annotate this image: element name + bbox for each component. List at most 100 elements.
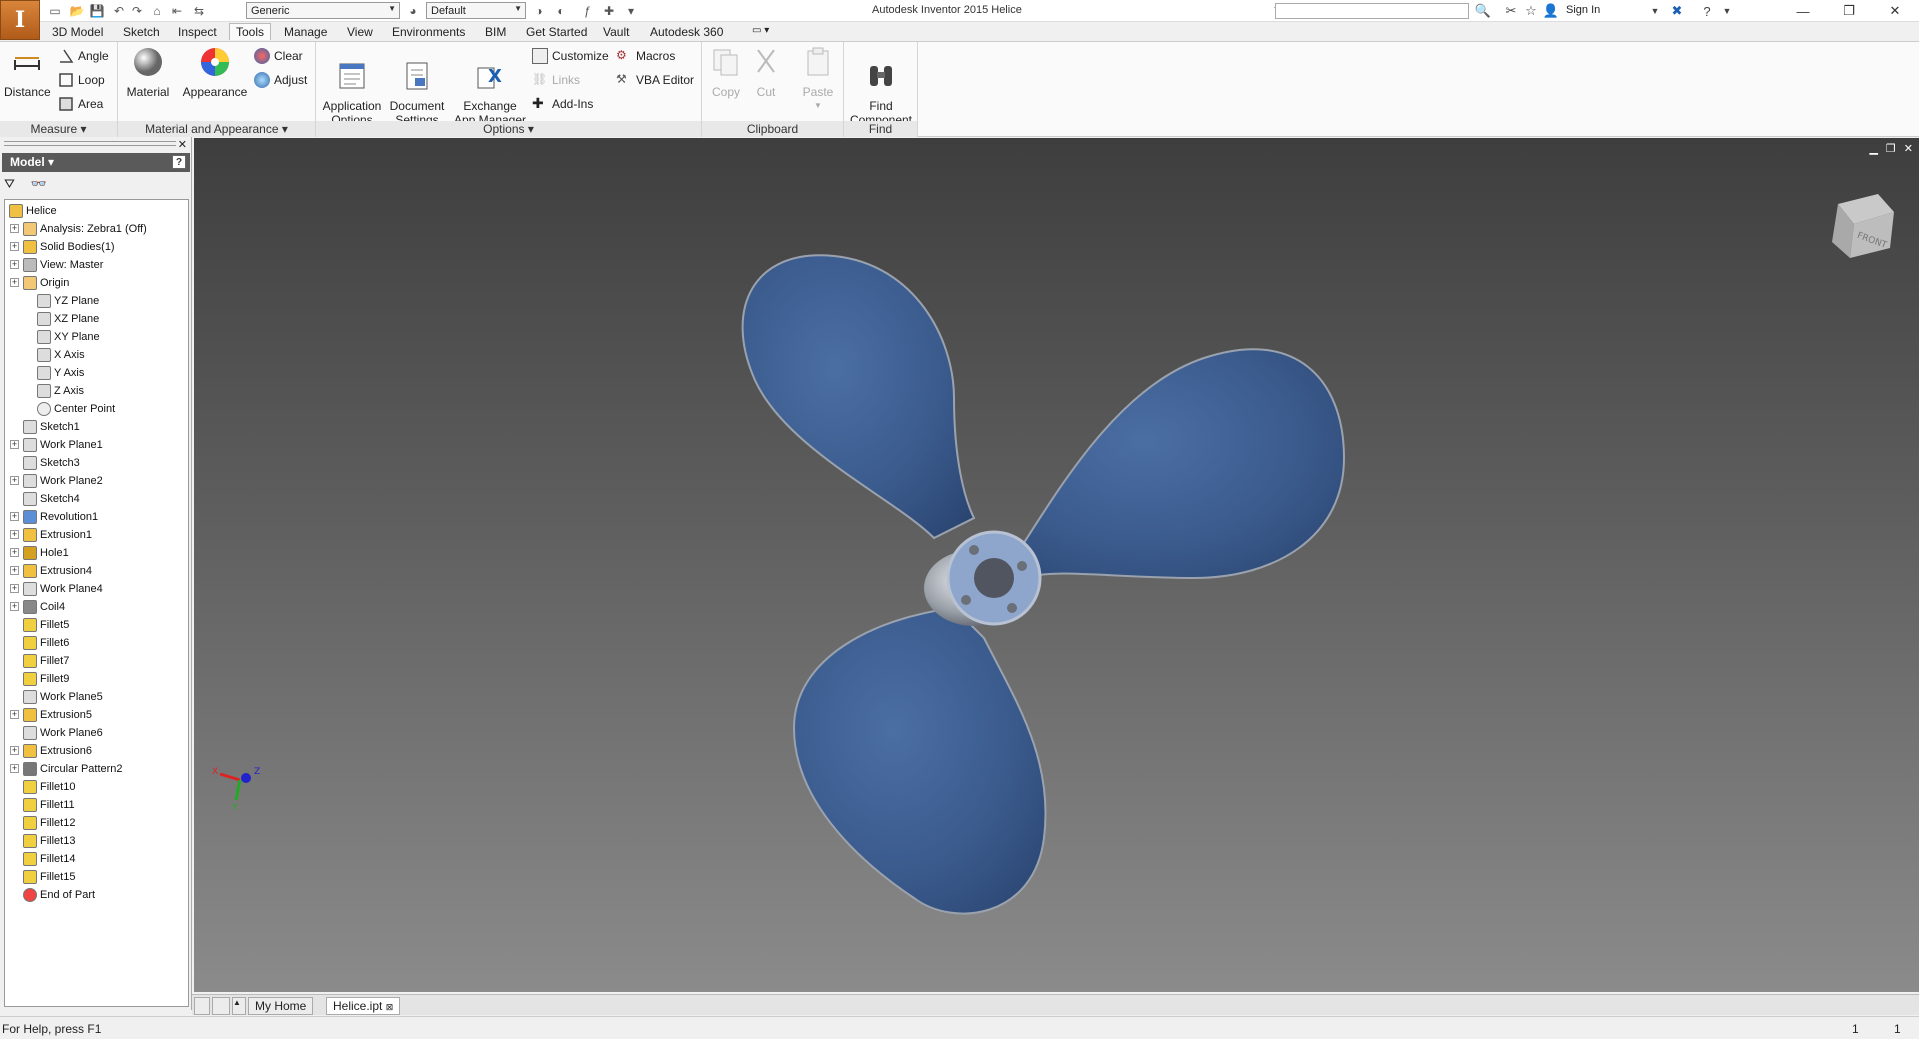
options-panel-title[interactable]: Options ▾: [316, 121, 701, 137]
update-icon[interactable]: ⇆: [190, 2, 208, 20]
tab-vault[interactable]: Vault: [603, 24, 629, 41]
browser-help-icon[interactable]: ?: [172, 155, 186, 169]
material-button[interactable]: Material: [122, 46, 174, 99]
expand-toggle-icon[interactable]: +: [10, 584, 19, 593]
expand-toggle-icon[interactable]: +: [10, 530, 19, 539]
application-menu-button[interactable]: I: [0, 0, 40, 40]
new-icon[interactable]: ▭: [46, 2, 64, 20]
model-browser-header[interactable]: Model ▾ ?: [2, 153, 190, 172]
return-icon[interactable]: ⇤: [168, 2, 186, 20]
home-icon[interactable]: ⌂: [148, 2, 166, 20]
tree-node[interactable]: Extrusion1: [23, 526, 92, 544]
vba-editor-button[interactable]: ⚒ VBA Editor: [616, 72, 694, 88]
tree-node[interactable]: Work Plane2: [23, 472, 103, 490]
expand-toggle-icon[interactable]: +: [10, 566, 19, 575]
filter-icon[interactable]: ⛛: [4, 176, 15, 192]
links-button[interactable]: ⛓ Links: [532, 72, 580, 88]
tree-node[interactable]: Circular Pattern2: [23, 760, 123, 778]
tree-node[interactable]: Extrusion4: [23, 562, 92, 580]
adjust-button[interactable]: Adjust: [254, 72, 307, 88]
tab-manage[interactable]: Manage: [284, 24, 327, 41]
expand-toggle-icon[interactable]: +: [10, 242, 19, 251]
tab-tools[interactable]: Tools: [229, 23, 272, 40]
expand-toggle-icon[interactable]: +: [10, 602, 19, 611]
redo-icon[interactable]: ↷: [128, 2, 146, 20]
measure-panel-title[interactable]: Measure ▾: [0, 121, 117, 137]
tree-node[interactable]: Fillet9: [23, 670, 69, 688]
browser-grip[interactable]: [4, 141, 176, 146]
tab-autodesk-360[interactable]: Autodesk 360: [650, 24, 723, 41]
tile-windows-icon[interactable]: [212, 997, 230, 1015]
tree-node[interactable]: Revolution1: [23, 508, 98, 526]
tree-node[interactable]: Y Axis: [37, 364, 84, 382]
open-icon[interactable]: 📂: [68, 2, 86, 20]
customize-qat-icon[interactable]: ▾: [622, 2, 640, 20]
expand-toggle-icon[interactable]: +: [10, 224, 19, 233]
tree-node[interactable]: Fillet13: [23, 832, 75, 850]
tree-node[interactable]: XZ Plane: [37, 310, 99, 328]
tree-node[interactable]: XY Plane: [37, 328, 100, 346]
expand-toggle-icon[interactable]: +: [10, 548, 19, 557]
tab-3d-model[interactable]: 3D Model: [52, 24, 103, 41]
tree-node[interactable]: Fillet14: [23, 850, 75, 868]
tree-node[interactable]: Coil4: [23, 598, 65, 616]
exchange-x-icon[interactable]: ✖: [1668, 2, 1686, 20]
sign-in-dropdown-icon[interactable]: ▼: [1646, 2, 1664, 20]
area-button[interactable]: Area: [58, 96, 103, 112]
tree-node[interactable]: Sketch3: [23, 454, 80, 472]
loop-button[interactable]: Loop: [58, 72, 105, 88]
tree-node[interactable]: Sketch1: [23, 418, 80, 436]
tab-view[interactable]: View: [347, 24, 373, 41]
tab-environments[interactable]: Environments: [392, 24, 465, 41]
sign-in-link[interactable]: Sign In: [1566, 4, 1600, 16]
tree-node[interactable]: Sketch4: [23, 490, 80, 508]
browser-close-icon[interactable]: ✕: [178, 138, 187, 151]
tab-inspect[interactable]: Inspect: [178, 24, 217, 41]
tree-node[interactable]: Hole1: [23, 544, 69, 562]
adjust-appearance-icon[interactable]: ◑: [530, 2, 548, 20]
tab-get-started[interactable]: Get Started: [526, 24, 587, 41]
macros-button[interactable]: ⚙ Macros: [616, 48, 675, 64]
favorites-star-icon[interactable]: ☆: [1522, 2, 1540, 20]
tab-my-home[interactable]: My Home: [248, 997, 314, 1015]
tree-node[interactable]: Fillet11: [23, 796, 75, 814]
distance-button[interactable]: Distance: [4, 46, 51, 99]
expand-toggle-icon[interactable]: +: [10, 512, 19, 521]
expand-toggle-icon[interactable]: +: [10, 476, 19, 485]
tab-helice-ipt[interactable]: Helice.ipt ⊠: [326, 997, 401, 1015]
material-combo[interactable]: Generic ▼: [246, 2, 400, 19]
tab-bim[interactable]: BIM: [485, 24, 506, 41]
save-icon[interactable]: 💾: [88, 2, 106, 20]
subscription-icon[interactable]: ✂: [1502, 2, 1520, 20]
tree-node[interactable]: X Axis: [37, 346, 85, 364]
expand-toggle-icon[interactable]: +: [10, 710, 19, 719]
tree-node[interactable]: YZ Plane: [37, 292, 99, 310]
tree-node[interactable]: View: Master: [23, 256, 103, 274]
expand-toggle-icon[interactable]: +: [10, 440, 19, 449]
expand-toggle-icon[interactable]: +: [10, 764, 19, 773]
open-documents-menu-icon[interactable]: ▲: [232, 997, 246, 1015]
tree-node[interactable]: Extrusion6: [23, 742, 92, 760]
binoculars-search-icon[interactable]: 🔍: [1474, 2, 1492, 20]
clear-button[interactable]: Clear: [254, 48, 303, 64]
cut-button[interactable]: Cut: [746, 46, 786, 99]
tree-node[interactable]: Origin: [23, 274, 69, 292]
help-search-input[interactable]: [1275, 3, 1469, 19]
appearance-button[interactable]: Appearance: [180, 46, 250, 99]
ribbon-display-toggle-icon[interactable]: ▭ ▾: [752, 24, 769, 41]
tree-node[interactable]: Fillet5: [23, 616, 69, 634]
clear-appearance-icon[interactable]: ◐: [552, 2, 570, 20]
tree-node[interactable]: Fillet15: [23, 868, 75, 886]
minimize-button[interactable]: —: [1780, 0, 1826, 22]
find-binoculars-icon[interactable]: 👓: [31, 176, 47, 192]
close-button[interactable]: ✕: [1872, 0, 1918, 22]
tree-node[interactable]: Z Axis: [37, 382, 84, 400]
propeller-model[interactable]: [194, 138, 1919, 992]
tab-sketch[interactable]: Sketch: [123, 24, 160, 41]
appearance-combo[interactable]: Default ▼: [426, 2, 526, 19]
cascade-windows-icon[interactable]: [194, 997, 210, 1015]
fx-parameters-icon[interactable]: ƒ: [578, 2, 596, 20]
tree-node[interactable]: Fillet12: [23, 814, 75, 832]
undo-icon[interactable]: ↶: [110, 2, 128, 20]
tree-node[interactable]: Fillet6: [23, 634, 69, 652]
